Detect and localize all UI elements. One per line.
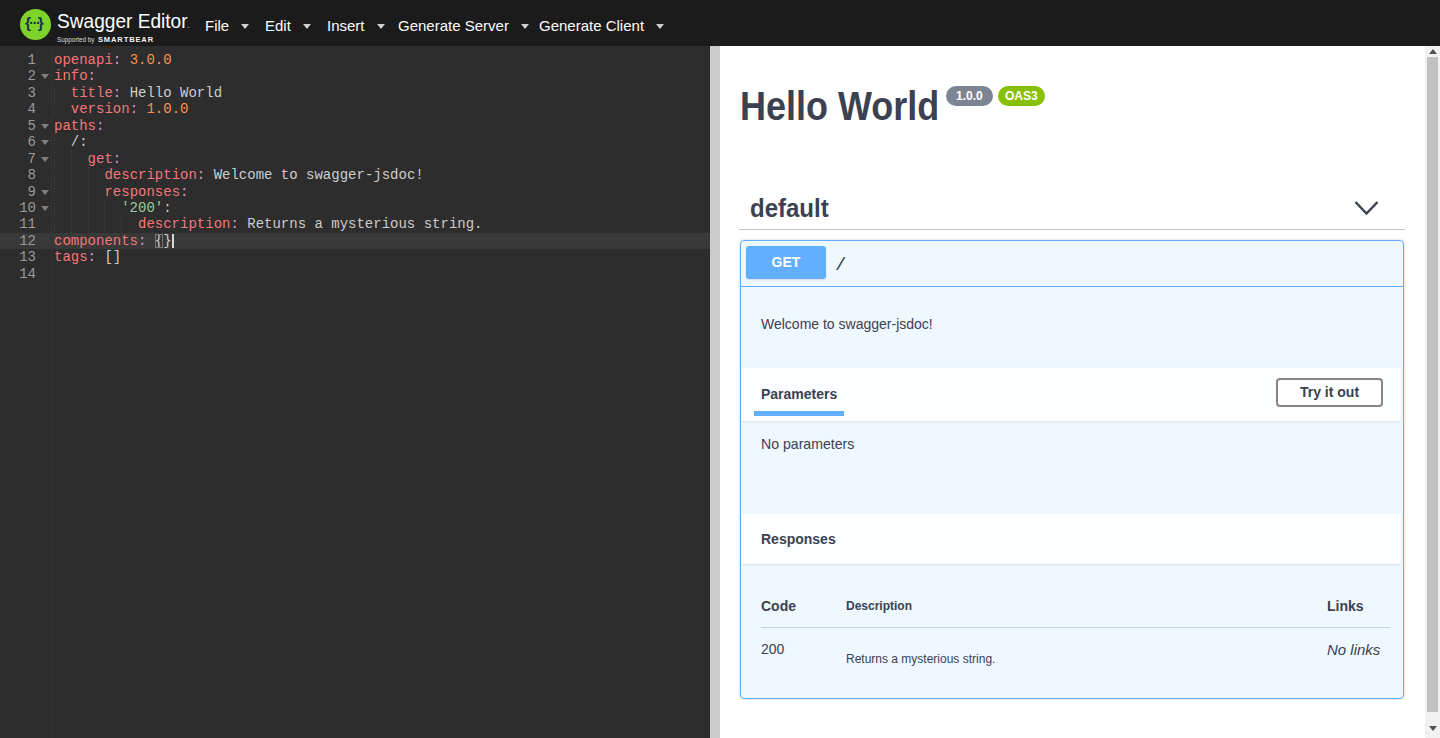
svg-text:{: { bbox=[25, 14, 31, 31]
